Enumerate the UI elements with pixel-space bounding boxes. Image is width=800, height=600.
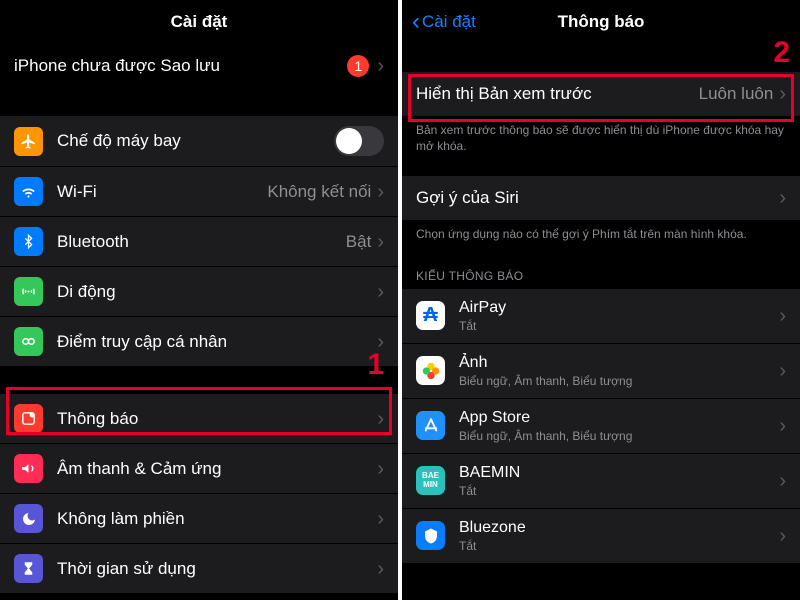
app-name: App Store	[459, 409, 779, 427]
notifications-label: Thông báo	[57, 409, 377, 429]
row-airplane-mode[interactable]: Chế độ máy bay	[0, 116, 398, 166]
row-app-baemin[interactable]: BAEMIN BAEMIN Tắt ›	[402, 454, 800, 508]
chevron-right-icon: ›	[779, 84, 786, 104]
section-header-notification-style: KIỂU THÔNG BÁO	[402, 255, 800, 289]
baemin-icon: BAEMIN	[416, 466, 445, 495]
wifi-label: Wi-Fi	[57, 182, 267, 202]
row-show-previews[interactable]: Hiển thị Bản xem trước Luôn luôn ›	[402, 72, 800, 116]
preview-detail: Luôn luôn	[699, 84, 774, 104]
preview-footer: Bản xem trước thông báo sẽ được hiển thị…	[402, 116, 800, 166]
app-sub: Tắt	[459, 539, 779, 553]
appstore-icon	[416, 411, 445, 440]
cellular-icon	[14, 277, 43, 306]
hourglass-icon	[14, 554, 43, 583]
row-bluetooth[interactable]: Bluetooth Bật ›	[0, 217, 398, 266]
chevron-right-icon: ›	[377, 282, 384, 302]
header: ‹ Cài đặt Thông báo	[402, 0, 800, 44]
chevron-right-icon: ›	[377, 56, 384, 76]
bluetooth-label: Bluetooth	[57, 232, 346, 252]
app-name: AirPay	[459, 299, 779, 317]
row-sounds[interactable]: Âm thanh & Cảm ứng ›	[0, 444, 398, 493]
screentime-label: Thời gian sử dụng	[57, 559, 377, 579]
row-hotspot[interactable]: Điểm truy cập cá nhân ›	[0, 317, 398, 366]
dnd-label: Không làm phiền	[57, 509, 377, 529]
row-app-photos[interactable]: Ảnh Biểu ngữ, Âm thanh, Biểu tượng ›	[402, 344, 800, 398]
chevron-right-icon: ›	[377, 182, 384, 202]
row-siri-suggestions[interactable]: Gợi ý của Siri ›	[402, 176, 800, 220]
page-title: Thông báo	[558, 12, 645, 32]
row-cellular[interactable]: Di động ›	[0, 267, 398, 316]
row-app-appstore[interactable]: App Store Biểu ngữ, Âm thanh, Biểu tượng…	[402, 399, 800, 453]
backup-label: iPhone chưa được Sao lưu	[14, 56, 347, 76]
chevron-right-icon: ›	[377, 559, 384, 579]
sounds-label: Âm thanh & Cảm ứng	[57, 459, 377, 479]
siri-footer: Chọn ứng dụng nào có thể gợi ý Phím tắt …	[402, 220, 800, 254]
chevron-right-icon: ›	[779, 306, 786, 326]
row-app-airpay[interactable]: ₳ AirPay Tắt ›	[402, 289, 800, 343]
back-label: Cài đặt	[422, 12, 476, 32]
airplane-icon	[14, 127, 43, 156]
siri-label: Gợi ý của Siri	[416, 188, 779, 208]
row-app-bluezone[interactable]: Bluezone Tắt ›	[402, 509, 800, 563]
row-screentime[interactable]: Thời gian sử dụng ›	[0, 544, 398, 593]
chevron-right-icon: ›	[377, 332, 384, 352]
airplane-label: Chế độ máy bay	[57, 131, 334, 151]
notifications-screen: ‹ Cài đặt Thông báo Hiển thị Bản xem trư…	[402, 0, 800, 600]
bluetooth-icon	[14, 227, 43, 256]
bluetooth-detail: Bật	[346, 232, 372, 252]
wifi-detail: Không kết nối	[267, 182, 371, 202]
app-sub: Biểu ngữ, Âm thanh, Biểu tượng	[459, 429, 779, 443]
chevron-right-icon: ›	[377, 409, 384, 429]
settings-screen: Cài đặt iPhone chưa được Sao lưu 1 › Chế…	[0, 0, 398, 600]
moon-icon	[14, 504, 43, 533]
bluezone-icon	[416, 521, 445, 550]
hotspot-label: Điểm truy cập cá nhân	[57, 332, 377, 352]
photos-icon	[416, 356, 445, 385]
app-name: BAEMIN	[459, 464, 779, 482]
row-dnd[interactable]: Không làm phiền ›	[0, 494, 398, 543]
chevron-right-icon: ›	[779, 471, 786, 491]
chevron-right-icon: ›	[377, 459, 384, 479]
hotspot-icon	[14, 327, 43, 356]
row-notifications[interactable]: Thông báo ›	[0, 394, 398, 443]
preview-label: Hiển thị Bản xem trước	[416, 84, 699, 104]
notifications-icon	[14, 404, 43, 433]
back-button[interactable]: ‹ Cài đặt	[412, 8, 476, 36]
chevron-left-icon: ‹	[412, 8, 420, 36]
app-sub: Tắt	[459, 319, 779, 333]
row-backup-warning[interactable]: iPhone chưa được Sao lưu 1 ›	[0, 44, 398, 88]
chevron-right-icon: ›	[779, 526, 786, 546]
app-sub: Tắt	[459, 484, 779, 498]
sounds-icon	[14, 454, 43, 483]
chevron-right-icon: ›	[779, 188, 786, 208]
header: Cài đặt	[0, 0, 398, 44]
airplane-toggle[interactable]	[334, 126, 384, 156]
app-name: Ảnh	[459, 354, 779, 372]
row-wifi[interactable]: Wi-Fi Không kết nối ›	[0, 167, 398, 216]
wifi-icon	[14, 177, 43, 206]
cellular-label: Di động	[57, 282, 377, 302]
chevron-right-icon: ›	[377, 509, 384, 529]
app-sub: Biểu ngữ, Âm thanh, Biểu tượng	[459, 374, 779, 388]
chevron-right-icon: ›	[779, 361, 786, 381]
chevron-right-icon: ›	[779, 416, 786, 436]
app-name: Bluezone	[459, 519, 779, 537]
chevron-right-icon: ›	[377, 232, 384, 252]
airpay-icon: ₳	[416, 301, 445, 330]
page-title: Cài đặt	[171, 12, 228, 32]
backup-badge: 1	[347, 55, 369, 77]
